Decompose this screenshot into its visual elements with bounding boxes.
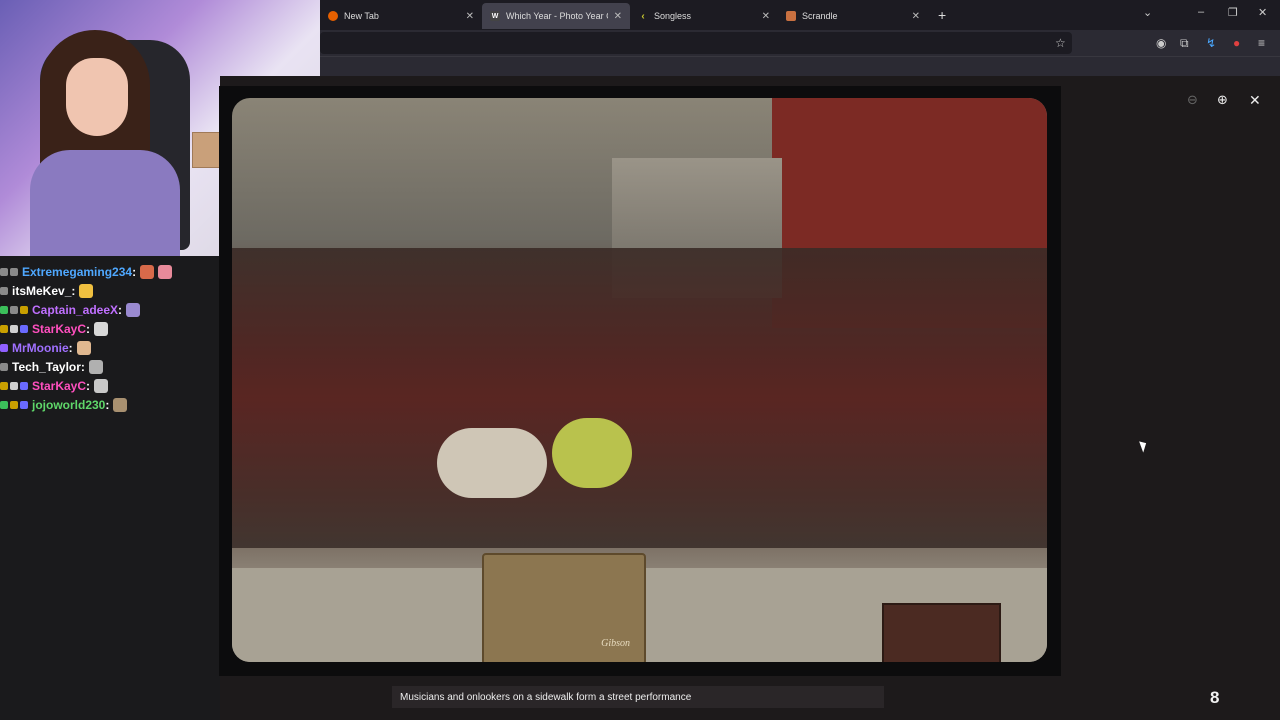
tab-scrandle[interactable]: Scrandle ✕ bbox=[778, 3, 928, 29]
emote-icon bbox=[113, 397, 128, 412]
scrandle-icon bbox=[786, 11, 796, 21]
badge-icon bbox=[20, 381, 28, 390]
street-performance-photo: Gibson bbox=[232, 98, 1047, 662]
emote-icon bbox=[158, 264, 173, 279]
emote-icon bbox=[94, 378, 109, 393]
badge-icon bbox=[0, 343, 8, 352]
tab-label: New Tab bbox=[344, 11, 379, 21]
close-icon[interactable]: ✕ bbox=[466, 11, 474, 22]
chat-username: Extremegaming234 bbox=[22, 264, 133, 279]
new-tab-button[interactable]: + bbox=[938, 7, 946, 23]
emote-icon bbox=[79, 283, 94, 298]
amp-brand-label: Gibson bbox=[601, 638, 630, 649]
chat-message: Extremegaming234: bbox=[0, 262, 230, 281]
list-tabs-icon[interactable]: ⌄ bbox=[1143, 6, 1152, 19]
chat-username: Captain_adeeX bbox=[32, 302, 119, 317]
firefox-icon bbox=[328, 11, 338, 21]
tab-new-tab[interactable]: New Tab ✕ bbox=[320, 3, 482, 29]
electric-guitar bbox=[552, 418, 632, 488]
chat-username: StarKayC bbox=[32, 321, 87, 336]
chat-colon: : bbox=[86, 321, 91, 336]
chat-colon: : bbox=[86, 378, 91, 393]
badge-icon bbox=[0, 286, 8, 295]
extensions-icon[interactable]: ⧉ bbox=[1180, 36, 1189, 51]
small-amplifier bbox=[882, 603, 1001, 662]
chat-colon: : bbox=[118, 302, 123, 317]
badge-icon bbox=[0, 381, 8, 390]
bookmark-star-icon[interactable]: ☆ bbox=[1055, 36, 1066, 50]
tab-bar: New Tab ✕ W Which Year - Photo Year Gues… bbox=[320, 0, 1280, 30]
tab-label: Which Year - Photo Year Guess bbox=[506, 11, 608, 21]
badge-icon bbox=[0, 362, 8, 371]
nav-toolbar bbox=[320, 30, 1280, 56]
chat-colon: : bbox=[80, 359, 85, 374]
account-icon[interactable]: ◉ bbox=[1156, 36, 1166, 50]
badge-icon bbox=[10, 305, 18, 314]
badge-icon bbox=[10, 400, 18, 409]
minimize-icon[interactable]: – bbox=[1198, 6, 1204, 18]
emote-icon bbox=[94, 321, 109, 336]
songless-icon: ‹ bbox=[641, 10, 645, 22]
badge-icon bbox=[10, 381, 18, 390]
caption-text: Musicians and onlookers on a sidewalk fo… bbox=[400, 691, 692, 703]
zoom-in-icon[interactable]: ⊕ bbox=[1217, 92, 1228, 108]
menu-icon[interactable]: ≡ bbox=[1258, 36, 1265, 50]
badge-icon bbox=[10, 267, 18, 276]
streamer-face bbox=[66, 58, 128, 136]
crowd bbox=[232, 248, 1047, 548]
tab-songless[interactable]: ‹ Songless ✕ bbox=[630, 3, 778, 29]
chat-colon: : bbox=[105, 397, 110, 412]
badge-icon bbox=[20, 305, 28, 314]
page-header-strip bbox=[320, 56, 1280, 77]
close-icon[interactable]: ✕ bbox=[762, 11, 770, 22]
tab-which-year[interactable]: W Which Year - Photo Year Guess ✕ bbox=[482, 3, 630, 29]
chat-username: StarKayC bbox=[32, 378, 87, 393]
badge-icon bbox=[0, 400, 8, 409]
amplifier: Gibson bbox=[482, 553, 646, 662]
wy-icon: W bbox=[490, 11, 500, 21]
restore-icon[interactable]: ❐ bbox=[1228, 6, 1238, 19]
chat-message: jojoworld230: bbox=[0, 395, 230, 414]
photo-caption: Musicians and onlookers on a sidewalk fo… bbox=[392, 686, 884, 708]
chat-colon: : bbox=[132, 264, 137, 279]
chat-username: Tech_Taylor bbox=[12, 359, 81, 374]
chat-message: Captain_adeeX: bbox=[0, 300, 230, 319]
badge-icon bbox=[20, 400, 28, 409]
tab-label: Scrandle bbox=[802, 11, 838, 21]
streamer-shirt bbox=[30, 150, 180, 256]
chat-message: MrMoonie: bbox=[0, 338, 230, 357]
chat-colon: : bbox=[68, 340, 73, 355]
badge-icon bbox=[10, 324, 18, 333]
tab-label: Songless bbox=[654, 11, 692, 21]
close-lightbox-icon[interactable]: ✕ bbox=[1249, 92, 1261, 109]
chat-username: MrMoonie bbox=[12, 340, 69, 355]
badge-icon bbox=[0, 324, 8, 333]
chat-username: itsMeKev_ bbox=[12, 283, 72, 298]
emote-icon bbox=[88, 359, 103, 374]
window-close-icon[interactable]: ✕ bbox=[1258, 6, 1267, 19]
emote-icon bbox=[76, 340, 91, 355]
extension-icon[interactable]: ↯ bbox=[1206, 36, 1216, 50]
addon-badge-icon[interactable]: ● bbox=[1233, 36, 1240, 50]
chat-message: Tech_Taylor: bbox=[0, 357, 230, 376]
badge-icon bbox=[0, 305, 8, 314]
chat-username: jojoworld230 bbox=[32, 397, 106, 412]
emote-icon bbox=[140, 264, 155, 279]
zoom-out-icon[interactable]: ⊖ bbox=[1187, 92, 1198, 108]
badge-icon bbox=[0, 267, 8, 276]
acoustic-guitar bbox=[437, 428, 547, 498]
chat-message: StarKayC: bbox=[0, 376, 230, 395]
photo-counter: 8 bbox=[1210, 688, 1220, 707]
close-icon[interactable]: ✕ bbox=[614, 11, 622, 22]
chat-message: StarKayC: bbox=[0, 319, 230, 338]
badge-icon bbox=[20, 324, 28, 333]
emote-icon bbox=[126, 302, 141, 317]
chat-overlay: Extremegaming234: itsMeKev_: Captain_ade… bbox=[0, 262, 230, 414]
url-bar[interactable] bbox=[320, 32, 1072, 54]
chat-message: itsMeKev_: bbox=[0, 281, 230, 300]
close-icon[interactable]: ✕ bbox=[912, 11, 920, 22]
chat-colon: : bbox=[71, 283, 76, 298]
